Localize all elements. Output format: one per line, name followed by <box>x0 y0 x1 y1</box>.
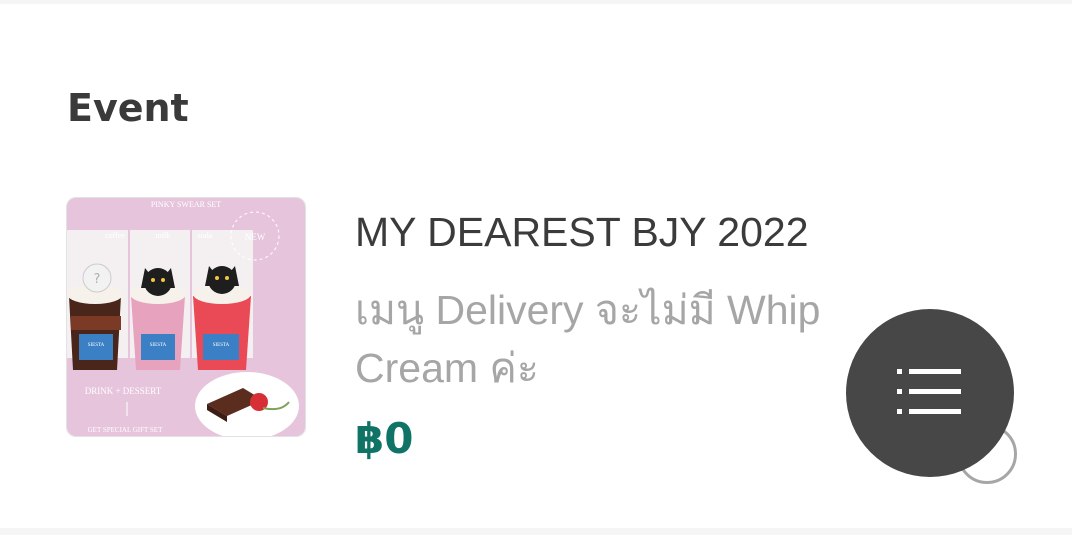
item-description: เมนู Delivery จะไม่มี Whip Cream ค่ะ <box>355 287 821 391</box>
page: Event PINKY SWEAR SET coffee milk soda ?… <box>0 0 1072 535</box>
image-label-milk: milk <box>156 231 171 240</box>
image-label-coffee: coffee <box>105 231 125 240</box>
image-footer-sub: GET SPECIAL GIFT SET <box>88 426 163 434</box>
image-cup-brand-1: SIESTA <box>88 343 105 348</box>
menu-list-button[interactable] <box>846 309 1014 477</box>
image-footer-main: DRINK + DESSERT <box>85 386 162 396</box>
item-title: MY DEAREST BJY 2022 <box>355 209 809 255</box>
image-badge-text: NEW <box>245 232 266 242</box>
image-header-text: PINKY SWEAR SET <box>151 200 221 209</box>
item-price: ฿0 <box>355 414 414 463</box>
item-image: PINKY SWEAR SET coffee milk soda ? SIEST <box>66 197 306 437</box>
menu-list-icon <box>897 369 961 414</box>
image-cup-brand-3: SIESTA <box>213 343 230 348</box>
section-title: Event <box>67 86 189 130</box>
image-label-soda: soda <box>198 231 213 240</box>
svg-text:?: ? <box>94 272 101 287</box>
image-cup-brand-2: SIESTA <box>150 343 167 348</box>
